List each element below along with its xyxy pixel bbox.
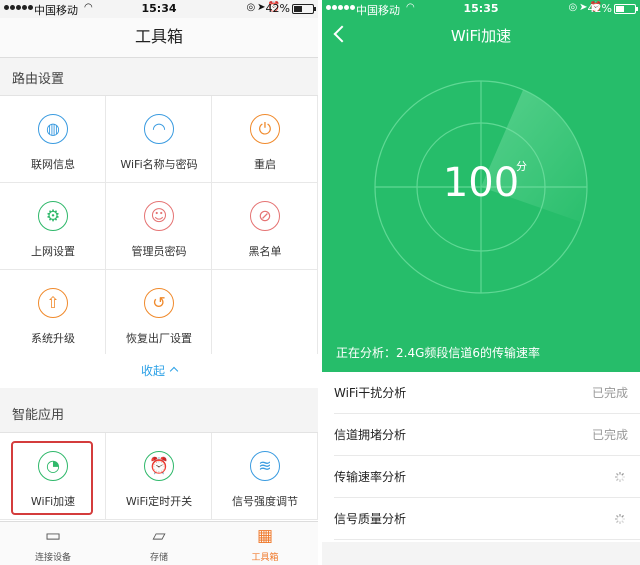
router-settings-title: 路由设置 [12,72,65,87]
score-unit: 分 [516,160,527,173]
router-setting-item-label: 联网信息 [31,158,75,171]
smart-app-item-label: WiFi定时开关 [125,495,193,508]
router-setting-item-6[interactable]: ⇧ 系统升级 [0,270,106,357]
router-setting-item-5[interactable]: ⊘ 黑名单 [212,183,318,270]
analysis-label: 传输速率分析 [334,470,407,484]
battery-icon [614,4,638,14]
tab-label: 存储 [149,553,168,563]
wifi-icon: ◠ [144,114,174,144]
router-setting-item-label: 重启 [254,158,276,171]
signal-icon: ≋ [250,451,280,481]
restore-icon: ↺ [144,288,174,318]
status-bar: 中国移动 ◠ 15:34 ◎➤⏰ 42% [0,0,318,18]
smart-app-item-label: 信号强度调节 [232,495,298,508]
analysis-label: 信号质量分析 [334,512,407,526]
smart-apps-title: 智能应用 [12,408,65,423]
blacklist-icon: ⊘ [250,201,280,231]
speed-test-header: WiFi加速 100 分 正在分析：2.4G频段信道6的传输速率 [322,0,640,372]
router-setting-item-label: 黑名单 [248,245,282,258]
router-setting-item-1[interactable]: ◠ WiFi名称与密码 [106,96,212,183]
gear-icon: ⚙ [38,201,68,231]
router-settings-grid: ◍ 联网信息 ◠ WiFi名称与密码 ⏻ 重启 ⚙ 上网设置 ☺ 管理员密码 ⊘ 黑名单 ⇧ 系统升级 ↺ 恢… [0,95,318,357]
router-setting-item-label: 恢复出厂设置 [126,332,192,345]
power-icon: ⏻ [250,114,280,144]
monitor-icon: ▭ [44,526,62,546]
battery-icon [292,4,316,14]
tab-bar: ▭ 连接设备 ▱ 存储 ▦ 工具箱 [0,521,318,565]
tab-label: 工具箱 [251,553,279,563]
analysis-status: 已完成 [591,428,628,442]
router-setting-item-label: WiFi名称与密码 [120,158,198,171]
smart-app-item-2[interactable]: ≋ 信号强度调节 [212,433,318,520]
wifi-boost-highlight-box [11,441,93,515]
speed-score: 100 [442,160,520,206]
tab-2[interactable]: ▦ 工具箱 [212,522,318,565]
tab-0[interactable]: ▭ 连接设备 [0,522,106,565]
globe-icon: ◍ [38,114,68,144]
analysis-status: 已完成 [591,386,628,400]
alarm-clock-icon: ⏰ [144,451,174,481]
storage-icon: ▱ [152,526,166,546]
chevron-up-icon [169,366,179,376]
upgrade-icon: ⇧ [38,288,68,318]
nav-bar: 工具箱 [0,18,318,58]
analysis-label: WiFi干扰分析 [334,386,407,400]
analysis-row: 传输速率分析 [334,456,640,498]
bottom-area [322,542,640,565]
router-setting-item-0[interactable]: ◍ 联网信息 [0,96,106,183]
router-setting-item-3[interactable]: ⚙ 上网设置 [0,183,106,270]
router-setting-empty-cell [212,270,318,357]
router-setting-item-label: 上网设置 [31,245,75,258]
collapse-label: 收起 [140,364,165,378]
analysis-row: WiFi干扰分析 已完成 [334,372,640,414]
page-title: 工具箱 [134,27,183,46]
smart-app-item-1[interactable]: ⏰ WiFi定时开关 [106,433,212,520]
analysis-list: WiFi干扰分析 已完成 信道拥堵分析 已完成 传输速率分析 信号质量分析 [322,372,640,540]
loading-spinner-icon [615,514,625,524]
toolbox-screen: 中国移动 ◠ 15:34 ◎➤⏰ 42% 工具箱 路由设置 ◍ 联网信息 ◠ WiFi… [0,0,318,565]
router-setting-item-label: 系统升级 [31,332,75,345]
battery-percent: 42% [265,2,290,15]
tab-label: 连接设备 [34,553,71,563]
wifi-boost-screen: WiFi加速 100 分 正在分析：2.4G频段信道6的传输速率 中国移动 ◠ … [322,0,640,565]
analysis-label: 信道拥堵分析 [334,428,407,442]
collapse-button[interactable]: 收起 [0,354,318,388]
router-setting-item-7[interactable]: ↺ 恢复出厂设置 [106,270,212,357]
loading-spinner-icon [615,472,625,482]
battery-percent: 42% [587,2,612,15]
analysis-row: 信道拥堵分析 已完成 [334,414,640,456]
analysis-row: 信号质量分析 [334,498,640,540]
analyzing-status: 正在分析：2.4G频段信道6的传输速率 [336,346,541,360]
page-title: WiFi加速 [450,27,512,45]
router-setting-item-label: 管理员密码 [131,245,187,258]
nav-bar: WiFi加速 [322,18,640,54]
router-setting-item-4[interactable]: ☺ 管理员密码 [106,183,212,270]
tab-1[interactable]: ▱ 存储 [106,522,212,565]
status-bar: 中国移动 ◠ 15:35 ◎➤⏰ 42% [322,0,640,18]
toolbox-icon: ▦ [256,526,274,546]
router-setting-item-2[interactable]: ⏻ 重启 [212,96,318,183]
user-icon: ☺ [144,201,174,231]
